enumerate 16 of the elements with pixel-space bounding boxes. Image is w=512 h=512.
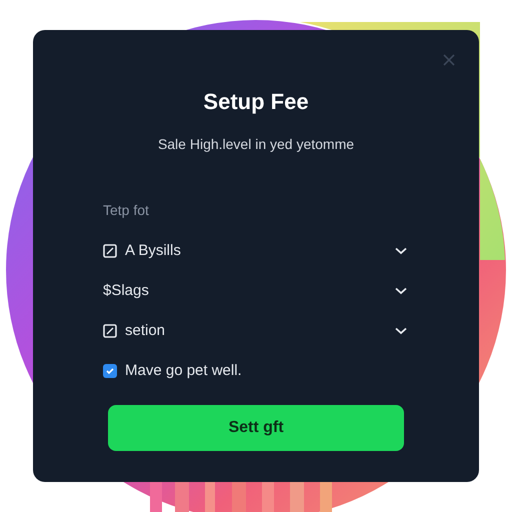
close-icon xyxy=(443,54,455,66)
option-label[interactable]: A Bysills xyxy=(125,240,181,262)
primary-button[interactable]: Sett gft xyxy=(108,405,404,451)
chevron-icon[interactable] xyxy=(395,287,407,295)
dialog-subtitle: Sale High.level in yed yetomme xyxy=(156,135,356,154)
option-label[interactable]: $Slags xyxy=(103,280,149,302)
edit-icon xyxy=(103,324,117,338)
chevron-icon[interactable] xyxy=(395,327,407,335)
checkbox[interactable] xyxy=(103,364,117,378)
edit-icon xyxy=(103,244,117,258)
option-label[interactable]: setion xyxy=(125,320,166,342)
checkbox-label: Mave go pet well. xyxy=(125,360,242,381)
dialog-title: Setup Fee xyxy=(202,88,310,116)
check-icon xyxy=(105,366,115,376)
section-label: Tetp fot xyxy=(103,201,149,220)
chevron-icon[interactable] xyxy=(395,247,407,255)
